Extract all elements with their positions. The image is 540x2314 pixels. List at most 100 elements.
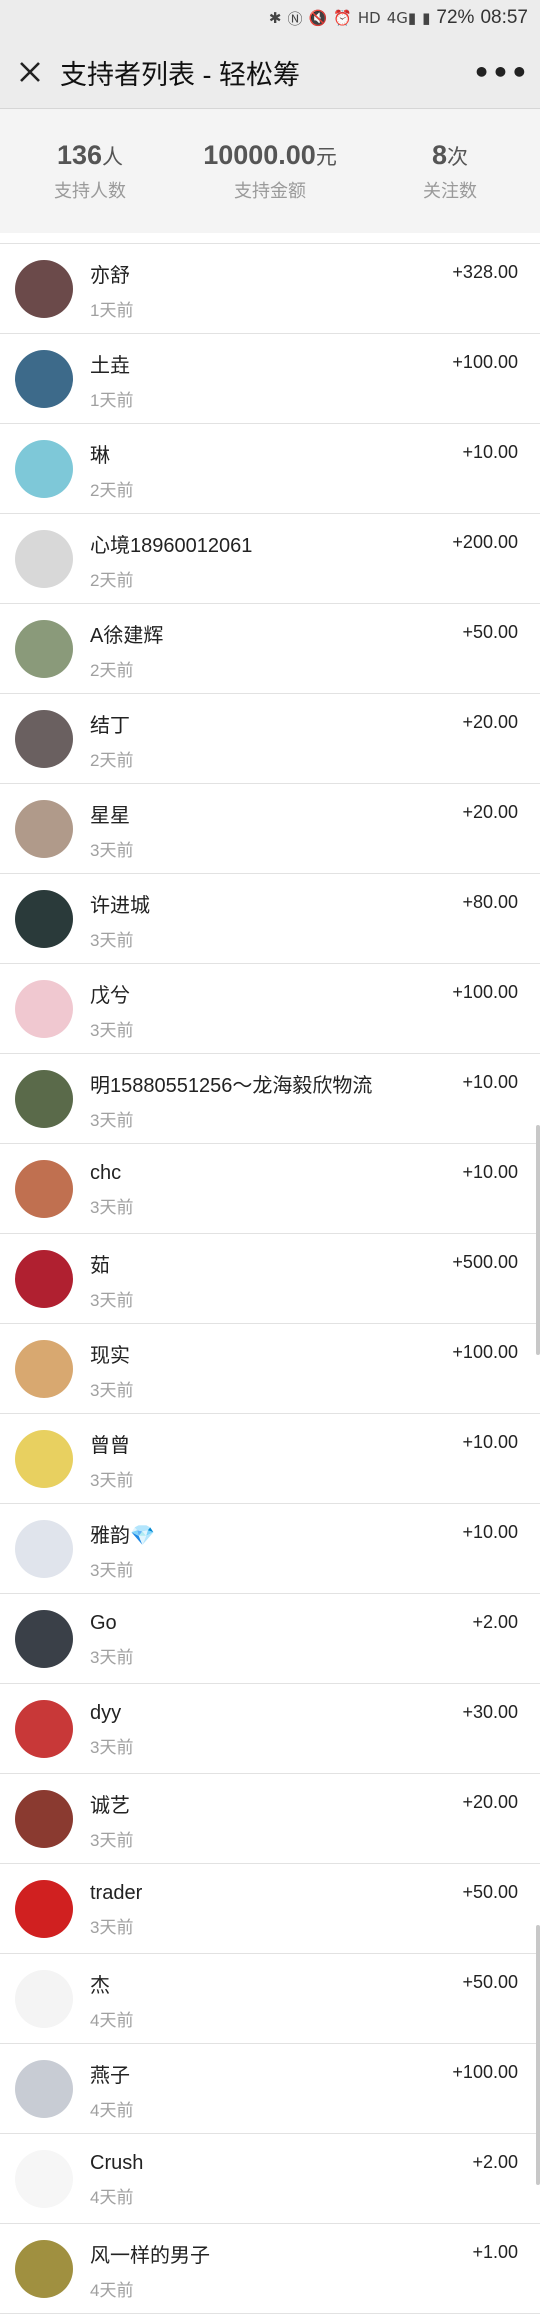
list-item[interactable]: dyy 3天前 +30.00 (0, 1684, 540, 1774)
battery-level: 72% (436, 7, 475, 28)
supporter-info: 茹 3天前 (90, 1234, 540, 1323)
list-item[interactable]: 土垚 1天前 +100.00 (0, 334, 540, 424)
stat-label: 关注数 (423, 180, 477, 201)
avatar[interactable] (15, 1429, 73, 1488)
bluetooth-icon: ✱ (268, 9, 282, 27)
support-amount: +10.00 (462, 1432, 518, 1452)
supporter-info: 雅韵💎 3天前 (90, 1504, 540, 1593)
support-amount: +200.00 (452, 532, 518, 552)
avatar[interactable] (15, 619, 73, 678)
stat-label: 支持金额 (234, 180, 306, 201)
supporter-info: 星星 3天前 (90, 784, 540, 873)
list-item[interactable]: 诚艺 3天前 +20.00 (0, 1774, 540, 1864)
support-time: 3天前 (90, 1560, 134, 1580)
support-amount: +20.00 (462, 712, 518, 732)
supporter-info: trader 3天前 (90, 1864, 540, 1953)
avatar[interactable] (15, 1789, 73, 1848)
avatar[interactable] (15, 349, 73, 408)
support-time: 1天前 (90, 300, 134, 320)
support-amount: +20.00 (462, 802, 518, 822)
support-time: 4天前 (90, 2187, 134, 2207)
list-item[interactable]: A徐建辉 2天前 +50.00 (0, 604, 540, 694)
supporter-info: 曾曾 3天前 (90, 1414, 540, 1503)
support-time: 3天前 (90, 1380, 134, 1400)
supporter-info: 明15880551256～龙海毅欣物流 3天前 (90, 1054, 540, 1143)
support-amount: +100.00 (452, 1342, 518, 1362)
alarm-icon: ⏰ (333, 9, 352, 27)
avatar[interactable] (15, 1249, 73, 1308)
stat-unit: 人 (102, 145, 124, 169)
support-time: 3天前 (90, 1197, 134, 1217)
scrollbar[interactable] (536, 1125, 540, 1355)
list-item[interactable]: chc 3天前 +10.00 (0, 1144, 540, 1234)
list-item[interactable]: 琳 2天前 +10.00 (0, 424, 540, 514)
stat-value: 10000.00 (203, 139, 316, 170)
avatar[interactable] (15, 1339, 73, 1398)
avatar[interactable] (15, 529, 73, 588)
avatar[interactable] (15, 1069, 73, 1128)
list-item[interactable]: 结丁 2天前 +20.00 (0, 694, 540, 784)
supporter-info: 亦舒 1天前 (90, 244, 540, 333)
stat-total-amount: 10000.00元 支持金额 (180, 109, 360, 233)
list-item[interactable]: 亦舒 1天前 +328.00 (0, 244, 540, 334)
clock: 08:57 (480, 7, 528, 28)
list-item[interactable]: trader 3天前 +50.00 (0, 1864, 540, 1954)
supporter-info: 燕子 4天前 (90, 2044, 540, 2133)
avatar[interactable] (15, 259, 73, 318)
nfc-icon: Ⓝ (287, 9, 303, 28)
support-time: 2天前 (90, 660, 134, 680)
support-amount: +1.00 (472, 2242, 518, 2262)
list-item[interactable]: 星星 3天前 +20.00 (0, 784, 540, 874)
avatar[interactable] (15, 1969, 73, 2028)
list-item[interactable]: 明15880551256～龙海毅欣物流 3天前 +10.00 (0, 1054, 540, 1144)
list-item[interactable]: Go 3天前 +2.00 (0, 1594, 540, 1684)
avatar[interactable] (15, 1159, 73, 1218)
avatar[interactable] (15, 979, 73, 1038)
list-item[interactable]: 燕子 4天前 +100.00 (0, 2044, 540, 2134)
close-icon[interactable] (0, 36, 60, 108)
avatar[interactable] (15, 1519, 73, 1578)
avatar[interactable] (15, 2149, 73, 2208)
list-item[interactable]: 戊兮 3天前 +100.00 (0, 964, 540, 1054)
supporter-info: Go 3天前 (90, 1594, 540, 1683)
list-item[interactable]: 曾曾 3天前 +10.00 (0, 1414, 540, 1504)
list-item[interactable]: 杰 4天前 +50.00 (0, 1954, 540, 2044)
stat-unit: 次 (447, 145, 469, 169)
more-icon[interactable]: ••• (462, 36, 540, 108)
list-item[interactable]: 现实 3天前 +100.00 (0, 1324, 540, 1414)
scrollbar[interactable] (536, 1925, 540, 2185)
list-item[interactable]: Crush 4天前 +2.00 (0, 2134, 540, 2224)
support-time: 4天前 (90, 2100, 134, 2120)
support-time: 2天前 (90, 480, 134, 500)
list-item[interactable]: 茹 3天前 +500.00 (0, 1234, 540, 1324)
support-time: 3天前 (90, 840, 134, 860)
avatar[interactable] (15, 799, 73, 858)
avatar[interactable] (15, 1879, 73, 1938)
avatar[interactable] (15, 889, 73, 948)
list-item[interactable]: 风一样的男子 4天前 +1.00 (0, 2224, 540, 2314)
avatar[interactable] (15, 2059, 73, 2118)
supporter-info: 土垚 1天前 (90, 334, 540, 423)
support-time: 3天前 (90, 1737, 134, 1757)
avatar[interactable] (15, 2239, 73, 2298)
list-item[interactable]: 雅韵💎 3天前 +10.00 (0, 1504, 540, 1594)
support-time: 3天前 (90, 1830, 134, 1850)
support-amount: +10.00 (462, 1072, 518, 1092)
avatar[interactable] (15, 439, 73, 498)
avatar[interactable] (15, 1699, 73, 1758)
supporter-info: 琳 2天前 (90, 424, 540, 513)
stat-label: 支持人数 (54, 180, 126, 201)
support-amount: +50.00 (462, 1972, 518, 1992)
support-amount: +2.00 (472, 1612, 518, 1632)
support-amount: +10.00 (462, 1162, 518, 1182)
avatar[interactable] (15, 709, 73, 768)
stats-panel: 136人 支持人数 10000.00元 支持金额 8次 关注数 (0, 109, 540, 243)
support-time: 3天前 (90, 1110, 134, 1130)
list-item[interactable]: 心境18960012061 2天前 +200.00 (0, 514, 540, 604)
hd-icon: HD (357, 9, 381, 27)
support-amount: +100.00 (452, 2062, 518, 2082)
list-item[interactable]: 许进城 3天前 +80.00 (0, 874, 540, 964)
stat-supporter-count: 136人 支持人数 (0, 109, 180, 233)
support-amount: +100.00 (452, 982, 518, 1002)
avatar[interactable] (15, 1609, 73, 1668)
